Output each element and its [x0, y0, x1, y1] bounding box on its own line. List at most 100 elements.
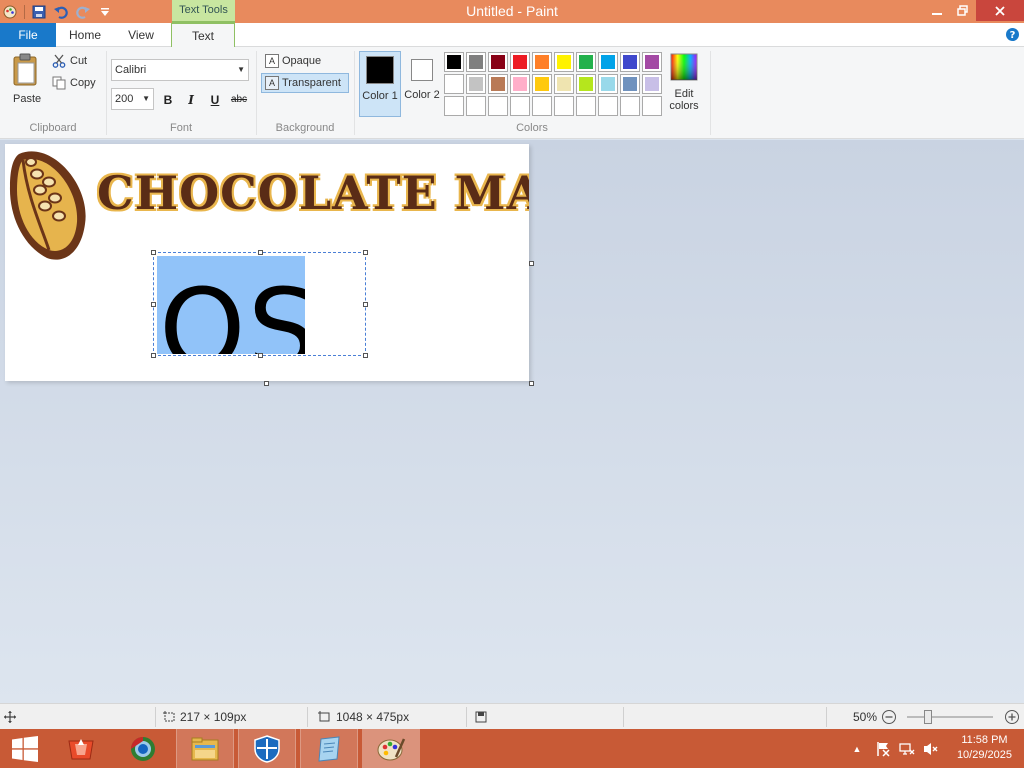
custom-color-slot[interactable]: [532, 96, 552, 116]
font-family-dropdown[interactable]: Calibri ▼: [111, 59, 249, 81]
custom-color-slot[interactable]: [554, 96, 574, 116]
show-hidden-icons-button[interactable]: ▲: [850, 744, 864, 754]
custom-color-slot[interactable]: [444, 96, 464, 116]
palette-color-swatch[interactable]: [510, 52, 530, 72]
zoom-slider-thumb[interactable]: [924, 710, 932, 724]
taskbar-app-paint[interactable]: [362, 729, 420, 768]
scissors-icon: [52, 54, 66, 68]
canvas-resize-handle-bottom[interactable]: [264, 381, 269, 386]
tab-view[interactable]: View: [114, 23, 168, 47]
font-size-dropdown[interactable]: 200 ▼: [111, 88, 154, 110]
palette-color-swatch[interactable]: [466, 52, 486, 72]
resize-handle[interactable]: [258, 250, 263, 255]
custom-color-slot[interactable]: [576, 96, 596, 116]
qat-separator: [24, 4, 25, 19]
resize-handle[interactable]: [151, 302, 156, 307]
swatch-fill: [623, 99, 637, 113]
tab-text[interactable]: Text: [171, 23, 235, 48]
volume-muted-icon[interactable]: [923, 741, 939, 757]
transparent-button[interactable]: A Transparent: [261, 73, 349, 93]
color2-selector[interactable]: Color 2: [403, 51, 441, 117]
resize-handle[interactable]: [363, 250, 368, 255]
resize-handle[interactable]: [258, 353, 263, 358]
palette-color-swatch[interactable]: [598, 52, 618, 72]
resize-handle[interactable]: [363, 353, 368, 358]
opaque-button[interactable]: A Opaque: [262, 52, 348, 72]
custom-color-slot[interactable]: [488, 96, 508, 116]
canvas-workspace[interactable]: CHOCOLATE MAN OS: [0, 140, 1024, 703]
swatch-fill: [645, 99, 659, 113]
palette-color-swatch[interactable]: [444, 52, 464, 72]
strikethrough-button[interactable]: abc: [228, 91, 250, 109]
resize-handle[interactable]: [151, 353, 156, 358]
palette-color-swatch[interactable]: [576, 74, 596, 94]
copy-label: Copy: [70, 77, 96, 89]
close-icon: [995, 5, 1005, 16]
zoom-out-button[interactable]: [881, 709, 897, 725]
redo-icon[interactable]: [75, 4, 91, 20]
custom-color-slot[interactable]: [620, 96, 640, 116]
palette-color-swatch[interactable]: [620, 74, 640, 94]
clock[interactable]: 11:58 PM 10/29/2025: [957, 733, 1012, 763]
taskbar-app-notes[interactable]: [300, 729, 358, 768]
tab-file[interactable]: File: [0, 23, 56, 47]
taskbar-app-file-explorer[interactable]: [176, 729, 234, 768]
canvas-resize-handle-corner[interactable]: [529, 381, 534, 386]
opaque-label: Opaque: [282, 55, 322, 67]
undo-icon[interactable]: [53, 4, 69, 20]
action-center-flag-icon[interactable]: [875, 741, 891, 757]
zoom-slider[interactable]: [907, 710, 993, 724]
custom-color-slot[interactable]: [466, 96, 486, 116]
palette-color-swatch[interactable]: [510, 74, 530, 94]
typed-text: OS: [159, 265, 305, 354]
palette-color-swatch[interactable]: [488, 74, 508, 94]
custom-color-slot[interactable]: [598, 96, 618, 116]
taskbar-app-defender[interactable]: [238, 729, 296, 768]
edit-colors-button[interactable]: Edit colors: [664, 53, 704, 115]
palette-color-swatch[interactable]: [554, 74, 574, 94]
italic-button[interactable]: I: [181, 91, 201, 109]
custom-color-slot[interactable]: [642, 96, 662, 116]
zoom-in-button[interactable]: [1004, 709, 1020, 725]
tab-home[interactable]: Home: [56, 23, 114, 47]
palette-color-swatch[interactable]: [488, 52, 508, 72]
palette-color-swatch[interactable]: [620, 52, 640, 72]
clipboard-group-label: Clipboard: [29, 122, 77, 134]
palette-color-swatch[interactable]: [466, 74, 486, 94]
palette-color-swatch[interactable]: [554, 52, 574, 72]
palette-color-swatch[interactable]: [642, 74, 662, 94]
network-icon[interactable]: [899, 741, 915, 757]
color1-selector[interactable]: Color 1: [359, 51, 401, 117]
paint-palette-icon: [377, 737, 406, 760]
palette-color-swatch[interactable]: [576, 52, 596, 72]
palette-color-swatch[interactable]: [532, 52, 552, 72]
swatch-fill: [491, 77, 505, 91]
custom-color-slot[interactable]: [510, 96, 530, 116]
paint-app-icon[interactable]: [2, 4, 18, 20]
transparent-icon: A: [265, 76, 279, 90]
paste-button[interactable]: Paste: [6, 51, 48, 111]
palette-color-swatch[interactable]: [642, 52, 662, 72]
resize-handle[interactable]: [151, 250, 156, 255]
drawing-canvas[interactable]: CHOCOLATE MAN OS: [5, 144, 529, 381]
taskbar-app-slides[interactable]: [52, 729, 110, 768]
palette-color-swatch[interactable]: [532, 74, 552, 94]
bold-button[interactable]: B: [158, 91, 178, 109]
copy-button[interactable]: Copy: [52, 75, 102, 93]
palette-color-swatch[interactable]: [598, 74, 618, 94]
image-size-text: 1048 × 475px: [336, 710, 410, 724]
swatch-fill: [579, 99, 593, 113]
text-selection-box[interactable]: OS: [151, 250, 368, 358]
customize-qat-icon[interactable]: [97, 4, 113, 20]
taskbar-app-browser[interactable]: [114, 729, 172, 768]
palette-color-swatch[interactable]: [444, 74, 464, 94]
help-icon[interactable]: ?: [1004, 26, 1020, 42]
restore-button[interactable]: [947, 0, 977, 21]
canvas-resize-handle-right[interactable]: [529, 261, 534, 266]
start-button[interactable]: [0, 729, 50, 768]
resize-handle[interactable]: [363, 302, 368, 307]
save-icon[interactable]: [31, 4, 47, 20]
cut-button[interactable]: Cut: [52, 53, 98, 71]
close-button[interactable]: [976, 0, 1024, 21]
underline-button[interactable]: U: [205, 91, 225, 109]
